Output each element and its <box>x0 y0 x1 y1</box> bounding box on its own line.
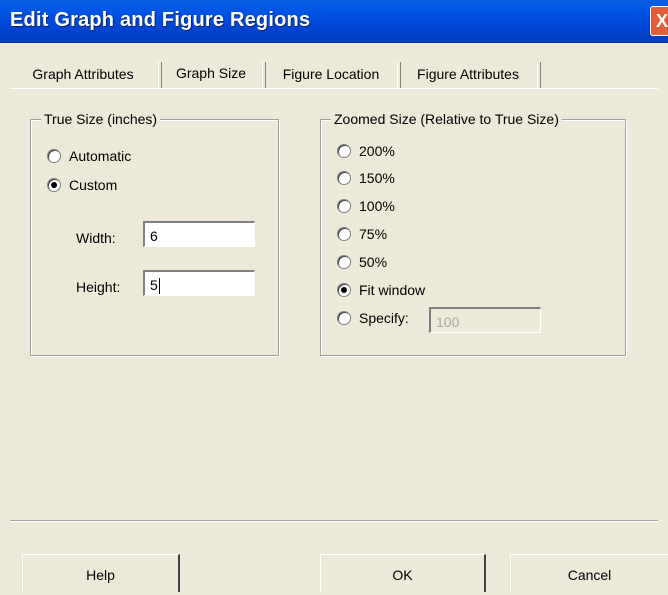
radio-zoom-100-label: 100% <box>359 198 395 214</box>
radio-specify-button[interactable] <box>337 311 351 325</box>
radio-custom-button[interactable] <box>47 178 61 192</box>
radio-zoom-100-button[interactable] <box>337 199 351 213</box>
tab-strip: Graph Attributes Graph Size Figure Locat… <box>0 58 668 90</box>
radio-zoom-50-button[interactable] <box>337 255 351 269</box>
height-label: Height: <box>76 279 121 295</box>
specify-field[interactable]: 100 <box>429 307 541 333</box>
radio-automatic-button[interactable] <box>47 149 61 163</box>
width-label: Width: <box>76 230 116 246</box>
radio-zoom-100[interactable]: 100% <box>337 198 395 214</box>
tab-graph-attributes[interactable]: Graph Attributes <box>10 61 156 87</box>
radio-zoom-75-button[interactable] <box>337 227 351 241</box>
radio-specify[interactable]: Specify: <box>337 310 409 326</box>
window-title: Edit Graph and Figure Regions <box>10 9 311 31</box>
radio-fit-window-button[interactable] <box>337 283 351 297</box>
tab-graph-size[interactable]: Graph Size <box>162 58 260 88</box>
cancel-button[interactable]: Cancel <box>510 554 668 592</box>
true-size-group-title: True Size (inches) <box>41 110 161 128</box>
close-icon: X <box>655 11 668 31</box>
close-button[interactable]: X <box>650 6 668 36</box>
radio-zoom-150-label: 150% <box>359 170 395 186</box>
text-caret <box>158 278 160 295</box>
width-field[interactable]: 6 <box>143 221 255 247</box>
radio-zoom-150-button[interactable] <box>337 171 351 185</box>
zoomed-size-group-title: Zoomed Size (Relative to True Size) <box>331 110 562 128</box>
ok-button[interactable]: OK <box>320 554 486 592</box>
radio-zoom-75-label: 75% <box>359 226 388 242</box>
zoomed-size-group: Zoomed Size (Relative to True Size) 200%… <box>320 110 626 356</box>
help-button[interactable]: Help <box>22 554 180 592</box>
tab-figure-location[interactable]: Figure Location <box>266 61 396 87</box>
radio-zoom-200-button[interactable] <box>337 144 351 158</box>
radio-zoom-50[interactable]: 50% <box>337 254 387 270</box>
radio-automatic-label: Automatic <box>69 148 132 164</box>
tab-figure-attributes[interactable]: Figure Attributes <box>401 61 535 87</box>
radio-fit-window-label: Fit window <box>359 282 426 298</box>
radio-zoom-150[interactable]: 150% <box>337 170 395 186</box>
radio-fit-window[interactable]: Fit window <box>337 282 425 298</box>
bottom-divider <box>10 520 658 522</box>
tab-separator <box>537 62 541 88</box>
height-value: 5 <box>150 277 158 293</box>
height-field[interactable]: 5 <box>143 270 255 296</box>
radio-zoom-200-label: 200% <box>359 143 395 159</box>
radio-zoom-200[interactable]: 200% <box>337 143 395 159</box>
radio-specify-label: Specify: <box>359 310 409 326</box>
radio-zoom-50-label: 50% <box>359 254 388 270</box>
radio-zoom-75[interactable]: 75% <box>337 226 387 242</box>
radio-custom-label: Custom <box>69 177 118 193</box>
title-bar: Edit Graph and Figure Regions X <box>0 0 668 43</box>
true-size-group: True Size (inches) Automatic Custom Widt… <box>30 110 279 356</box>
radio-custom[interactable]: Custom <box>47 177 117 193</box>
radio-automatic[interactable]: Automatic <box>47 148 131 164</box>
